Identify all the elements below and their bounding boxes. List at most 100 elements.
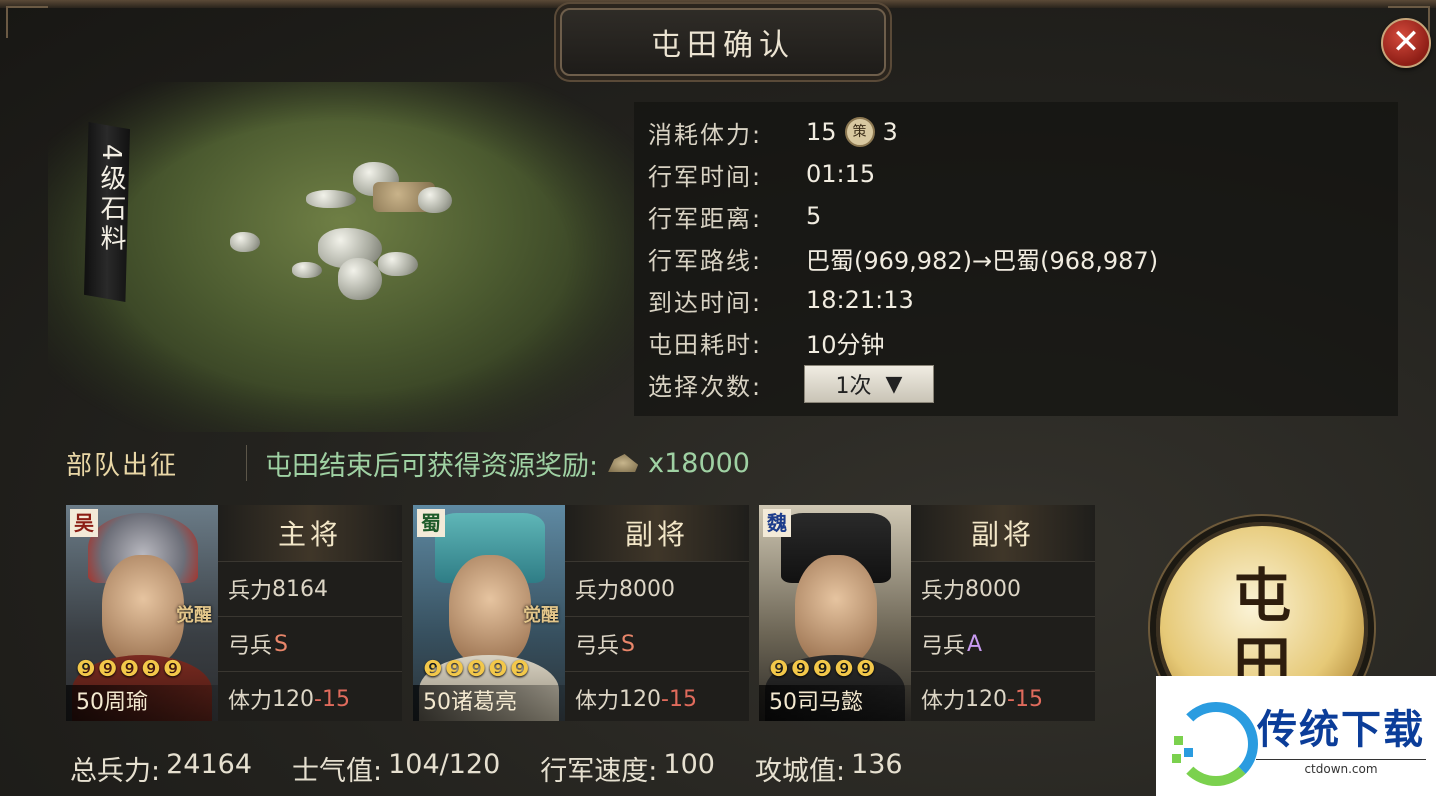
stone-rock: [338, 258, 382, 300]
info-row-stamina: 消耗体力: 15 策 3: [648, 114, 898, 150]
dialog-title: 屯田确认: [651, 28, 795, 63]
strategy-token-icon: 策: [844, 117, 875, 147]
faction-badge: 吴: [70, 509, 98, 537]
logo-arc: [1174, 702, 1258, 786]
info-key: 行军时间:: [648, 162, 763, 191]
stamina-value: 120: [965, 686, 1008, 712]
general-face: [795, 555, 877, 665]
general-face: [102, 555, 184, 665]
stamina-cost-value: 15: [806, 118, 837, 146]
info-row-farm-duration: 屯田耗时: 10分钟: [648, 324, 885, 360]
army-totals: 总兵力: 24164 士气值: 104/120 行军速度: 100 攻城值: 1…: [70, 748, 903, 788]
stone-rock: [378, 252, 418, 276]
unit-grade: S: [621, 631, 635, 657]
troops-value: 8164: [272, 576, 329, 602]
reward-text: 屯田结束后可获得资源奖励:: [265, 450, 599, 482]
unit-type-label: 弓兵: [228, 634, 273, 659]
stamina-cost: -15: [314, 686, 350, 712]
stamina-cost: -15: [1007, 686, 1043, 712]
star-rating: ❾❾❾❾❾: [423, 657, 532, 682]
info-value: 15 策 3: [806, 117, 898, 147]
general-portrait[interactable]: 蜀 觉醒 ❾❾❾❾❾ 50诸葛亮: [413, 505, 565, 721]
unit-type-stat: 弓兵 S: [565, 616, 749, 671]
tile-level-tag: 4级石料: [84, 122, 130, 302]
close-button[interactable]: ✕: [1381, 18, 1431, 68]
general-role: 副将: [911, 505, 1095, 561]
general-portrait[interactable]: 魏 ❾❾❾❾❾ 50司马懿: [759, 505, 911, 721]
troops-label: 兵力: [575, 579, 620, 604]
stamina-label: 体力: [575, 689, 620, 714]
unit-type-label: 弓兵: [575, 634, 620, 659]
watermark-url: ctdown.com: [1304, 761, 1378, 776]
info-key: 到达时间:: [648, 288, 763, 317]
unit-type-label: 弓兵: [921, 634, 966, 659]
general-name: 50司马懿: [759, 685, 911, 721]
general-face: [449, 555, 531, 665]
info-value: 18:21:13: [806, 286, 914, 314]
troops-stat: 兵力 8000: [911, 561, 1095, 616]
logo-dot: [1172, 754, 1181, 763]
logo-dot: [1184, 748, 1193, 757]
general-stats: 副将 兵力 8000 弓兵 A 体力 120 -15: [911, 505, 1095, 721]
unit-grade: A: [967, 631, 983, 657]
unit-type-stat: 弓兵 S: [218, 616, 402, 671]
march-speed: 行军速度: 100: [540, 749, 715, 788]
siege-value: 攻城值: 136: [755, 749, 903, 788]
dialog-title-plate: 屯田确认: [560, 8, 886, 76]
info-row-arrival: 到达时间: 18:21:13: [648, 282, 914, 318]
awaken-badge: 觉醒: [523, 605, 559, 626]
stamina-stat: 体力 120 -15: [911, 671, 1095, 726]
general-stats: 主将 兵力 8164 弓兵 S 体力 120 -15: [218, 505, 402, 721]
march-info-panel: 消耗体力: 15 策 3 行军时间: 01:15 行军距离: 5 行军路线: 巴…: [634, 102, 1398, 416]
troops-stat: 兵力 8000: [565, 561, 749, 616]
march-bar: 部队出征 屯田结束后可获得资源奖励: x18000: [48, 440, 1138, 486]
tile-level-label: 4级石料: [96, 144, 126, 255]
march-speed-label: 行军速度:: [540, 755, 658, 787]
total-troops-value: 24164: [166, 748, 253, 780]
stone-rock: [418, 187, 452, 213]
stamina-label: 体力: [228, 689, 273, 714]
watermark-overlay: 传统下载 ctdown.com: [1156, 676, 1436, 796]
general-card-main[interactable]: 吴 觉醒 ❾❾❾❾❾ 50周瑜 主将 兵力 8164 弓兵 S 体力 120 -…: [66, 505, 402, 721]
info-value: 5: [806, 202, 822, 230]
info-row-march-time: 行军时间: 01:15: [648, 156, 875, 192]
divider: [246, 445, 247, 481]
general-portrait[interactable]: 吴 觉醒 ❾❾❾❾❾ 50周瑜: [66, 505, 218, 721]
star-rating: ❾❾❾❾❾: [76, 657, 185, 682]
awaken-badge: 觉醒: [176, 605, 212, 626]
morale: 士气值: 104/120: [292, 749, 500, 788]
general-card-vice-1[interactable]: 蜀 觉醒 ❾❾❾❾❾ 50诸葛亮 副将 兵力 8000 弓兵 S 体力 120 …: [413, 505, 749, 721]
total-troops-label: 总兵力:: [70, 755, 161, 787]
general-stats: 副将 兵力 8000 弓兵 S 体力 120 -15: [565, 505, 749, 721]
troops-value: 8000: [619, 576, 676, 602]
times-select[interactable]: 1次 ▼: [804, 365, 934, 403]
frame-corner-left: [6, 6, 48, 38]
info-key: 选择次数:: [648, 372, 763, 401]
info-key: 消耗体力:: [648, 120, 763, 149]
reward-amount: x18000: [648, 447, 750, 479]
stamina-label: 体力: [921, 689, 966, 714]
faction-badge: 魏: [763, 509, 791, 537]
stamina-stat: 体力 120 -15: [218, 671, 402, 726]
info-key: 行军距离:: [648, 204, 763, 233]
march-speed-value: 100: [663, 748, 715, 780]
troops-value: 8000: [965, 576, 1022, 602]
stone-rock: [230, 232, 260, 252]
info-value: 巴蜀(969,982)→巴蜀(968,987): [806, 246, 1159, 275]
info-key: 行军路线:: [648, 246, 763, 275]
stone-resource-icon: [608, 454, 639, 472]
siege-label: 攻城值:: [754, 755, 846, 787]
siege-number: 136: [851, 748, 903, 780]
reward-info: 屯田结束后可获得资源奖励: x18000: [265, 444, 750, 483]
info-row-route: 行军路线: 巴蜀(969,982)→巴蜀(968,987): [648, 240, 1158, 276]
general-name: 50周瑜: [66, 685, 218, 721]
stamina-value: 120: [619, 686, 662, 712]
watermark-title: 传统下载: [1257, 706, 1425, 753]
stamina-stat: 体力 120 -15: [565, 671, 749, 726]
chevron-down-icon: ▼: [885, 371, 903, 397]
general-role: 主将: [218, 505, 402, 561]
logo-dot: [1174, 736, 1183, 745]
tile-map-image: [48, 82, 634, 432]
faction-badge: 蜀: [417, 509, 445, 537]
general-card-vice-2[interactable]: 魏 ❾❾❾❾❾ 50司马懿 副将 兵力 8000 弓兵 A 体力 120 -15: [759, 505, 1095, 721]
